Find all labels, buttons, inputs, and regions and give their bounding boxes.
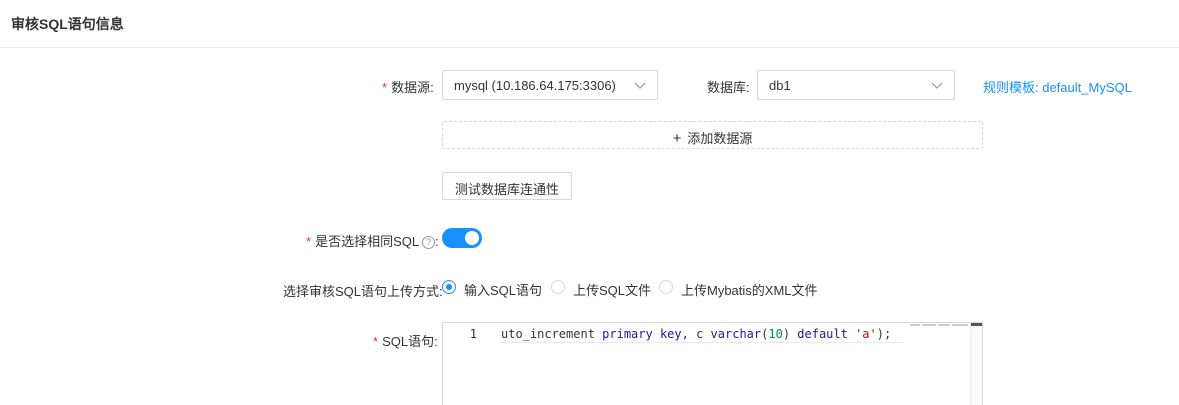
datasource-select[interactable]: mysql (10.186.64.175:3306) — [442, 70, 658, 100]
required-mark: * — [382, 80, 388, 95]
same-sql-switch[interactable] — [442, 228, 482, 248]
database-value: db1 — [769, 78, 791, 93]
radio-checked-icon — [442, 280, 456, 294]
add-datasource-button[interactable]: + 添加数据源 — [442, 121, 983, 149]
radio-unchecked-icon — [659, 280, 673, 294]
page-title: 审核SQL语句信息 — [11, 16, 124, 32]
page-header: 审核SQL语句信息 — [0, 0, 1179, 48]
code-line[interactable]: uto_increment primary key, c varchar(10)… — [501, 327, 891, 341]
sql-editor[interactable]: 1 uto_increment primary key, c varchar(1… — [442, 322, 983, 405]
datasource-value: mysql (10.186.64.175:3306) — [454, 78, 616, 93]
chevron-down-icon — [931, 82, 943, 89]
editor-gutter: 1 — [443, 323, 491, 405]
line-number: 1 — [469, 327, 477, 341]
database-select[interactable]: db1 — [757, 70, 955, 100]
question-circle-icon[interactable]: ? — [422, 236, 436, 249]
same-sql-label: * 是否选择相同SQL?: — [306, 234, 439, 249]
required-mark: * — [373, 334, 379, 349]
plus-icon: + — [672, 130, 682, 147]
upload-mode-label: 选择审核SQL语句上传方式: — [283, 284, 443, 299]
chevron-down-icon — [634, 82, 646, 89]
editor-scrollbar[interactable] — [970, 323, 982, 405]
datasource-label: * 数据源: — [382, 80, 434, 95]
test-connection-button[interactable]: 测试数据库连通性 — [442, 172, 572, 200]
radio-unchecked-icon — [551, 280, 565, 294]
sql-label: * SQL语句: — [373, 334, 438, 349]
scrollbar-thumb[interactable] — [971, 323, 982, 326]
rule-template-link[interactable]: 规则模板: default_MySQL — [983, 77, 1132, 96]
switch-knob — [465, 231, 479, 245]
editor-minimap[interactable] — [910, 323, 968, 327]
required-mark: * — [306, 234, 312, 249]
current-line-highlight — [501, 342, 903, 343]
database-label: 数据库: — [707, 80, 750, 95]
